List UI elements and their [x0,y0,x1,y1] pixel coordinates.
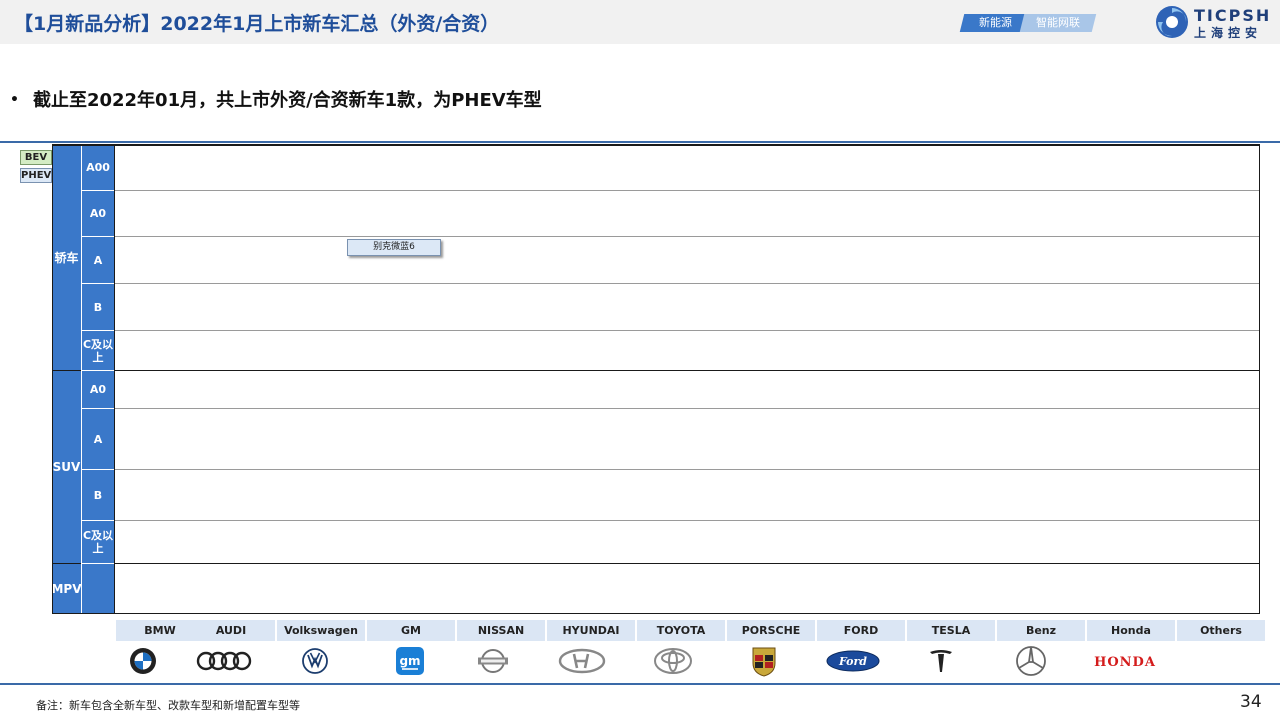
model-card-buick-velite6[interactable]: 别克微蓝6 [347,239,441,256]
toyota-logo-icon [629,645,717,677]
tag-intelligent-connected-label: 智能网联 [1036,16,1080,29]
company-logo: TICPSH 上海控安 [1154,4,1278,40]
segment-suv-a: A [82,409,114,470]
brand-porsche: PORSCHE [727,620,815,641]
footnote: 备注：新车包含全新车型、改款车型和新增配置车型等 [36,699,300,712]
brand-honda: Honda [1087,620,1175,641]
brand-ford: FORD [817,620,905,641]
top-divider [0,141,1280,143]
nissan-logo-icon [449,645,537,677]
brand-gm: GM [367,620,455,641]
bottom-divider [0,683,1280,685]
column-divider-dark [114,144,115,614]
brand-audi: AUDI [187,620,275,641]
row-sedan-c [114,331,1260,371]
row-sedan-a0 [114,191,1260,237]
row-sedan-a [114,237,1260,284]
volkswagen-logo-icon [271,645,359,677]
logo-swirl-icon [1156,6,1188,38]
column-divider [81,144,82,614]
segment-sedan-a0: A0 [82,191,114,237]
svg-text:gm: gm [399,654,420,668]
segment-suv-b: B [82,470,114,521]
bullet-dot-icon: • [10,92,19,108]
honda-logo-icon: HONDA [1081,645,1169,677]
category-sedan: 轿车 [52,144,81,371]
brand-volkswagen: Volkswagen [277,620,365,641]
svg-text:HONDA: HONDA [1094,655,1156,670]
ford-logo-icon: Ford [809,645,897,677]
legend-bev: BEV [20,150,52,165]
brand-benz: Benz [997,620,1085,641]
category-mpv: MPV [51,564,82,614]
segment-sedan-a00: A00 [82,144,114,191]
legend-phev: PHEV [20,168,52,183]
row-sedan-a00 [114,144,1260,191]
category-suv: SUV [52,371,81,564]
logo-text-en: TICPSH [1194,6,1272,25]
segment-mpv [82,564,114,614]
tag-intelligent-connected[interactable]: 智能网联 [1019,14,1097,32]
gm-logo-icon: gm [366,645,454,677]
audi-logo-icon [180,645,268,677]
brand-nissan: NISSAN [457,620,545,641]
page-title: 【1月新品分析】2022年1月上市新车汇总（外资/合资） [14,13,500,35]
brand-toyota: TOYOTA [637,620,725,641]
porsche-logo-icon [720,645,808,677]
brand-others: Others [1177,620,1265,641]
summary-text: 截止至2022年01月，共上市外资/合资新车1款，为PHEV车型 [32,90,542,111]
header-bar: 【1月新品分析】2022年1月上市新车汇总（外资/合资） 新能源 智能网联 TI… [0,0,1280,44]
segment-sedan-a: A [82,237,114,284]
page-number: 34 [1240,692,1262,712]
hyundai-logo-icon [538,645,626,677]
row-suv-c [114,521,1260,564]
segment-suv-a0: A0 [82,371,114,409]
row-sedan-b [114,284,1260,331]
segment-sedan-c: C及以上 [82,331,114,371]
row-suv-a0 [114,371,1260,409]
segment-sedan-b: B [82,284,114,331]
summary-bullet: • 截止至2022年01月，共上市外资/合资新车1款，为PHEV车型 [10,86,542,112]
logo-text-cn: 上海控安 [1194,26,1263,40]
bmw-logo-icon [99,645,187,677]
row-mpv [114,564,1260,614]
tesla-logo-icon [897,645,985,677]
tag-new-energy-label: 新能源 [978,16,1012,29]
brand-tesla: TESLA [907,620,995,641]
brand-hyundai: HYUNDAI [547,620,635,641]
row-suv-b [114,470,1260,521]
svg-text:Ford: Ford [838,655,867,668]
row-suv-a [114,409,1260,470]
segment-suv-c: C及以上 [82,521,114,564]
benz-logo-icon [987,645,1075,677]
